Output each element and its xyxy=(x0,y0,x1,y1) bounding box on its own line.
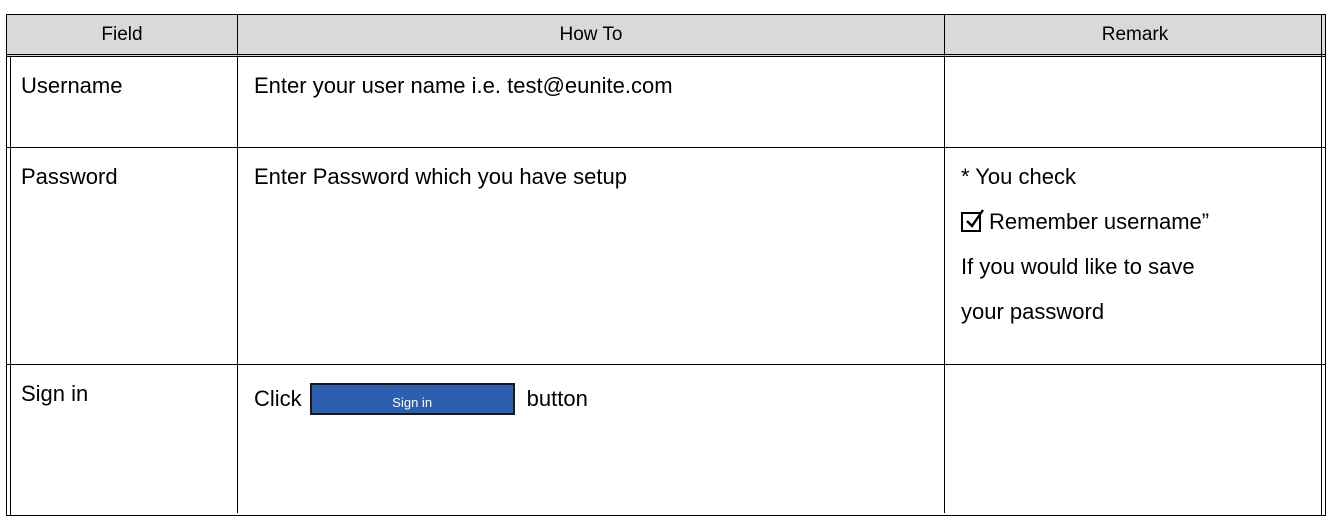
header-field-label: Field xyxy=(101,23,143,45)
row-signin-field: Sign in xyxy=(7,365,238,513)
instructions-table: Field How To Remark Username Enter your … xyxy=(6,14,1326,516)
remark-line-3: If you would like to save xyxy=(961,254,1195,279)
row-password-remark: * You check Remember username” If you wo… xyxy=(945,148,1325,365)
remark-checkbox-line: Remember username” xyxy=(961,207,1325,252)
signin-prefix-text: Click xyxy=(254,386,302,411)
header-field: Field xyxy=(7,15,238,57)
row-username-field: Username xyxy=(7,57,238,148)
header-how-to-label: How To xyxy=(559,23,623,45)
header-remark-label: Remark xyxy=(1101,23,1169,45)
remark-checkbox-label: Remember username” xyxy=(989,209,1210,234)
row-signin-remark xyxy=(945,365,1325,513)
remark-line-1: * You check xyxy=(961,164,1076,189)
row-password-how-to: Enter Password which you have setup xyxy=(238,148,945,365)
sign-in-button[interactable]: Sign in xyxy=(309,383,515,415)
row-password-field-text: Password xyxy=(21,164,118,189)
row-username-how-to: Enter your user name i.e. test@eunite.co… xyxy=(238,57,945,148)
header-remark: Remark xyxy=(945,15,1325,57)
row-signin-field-text: Sign in xyxy=(21,381,89,406)
signin-suffix-text: button xyxy=(526,386,588,411)
row-signin-how-to: Click Sign in button xyxy=(238,365,945,513)
row-username-field-text: Username xyxy=(21,73,123,98)
remark-line-4: your password xyxy=(961,299,1105,324)
checked-box-icon xyxy=(961,209,984,232)
header-how-to: How To xyxy=(238,15,945,57)
row-password-field: Password xyxy=(7,148,238,365)
row-password-how-to-text: Enter Password which you have setup xyxy=(254,164,627,189)
row-username-remark xyxy=(945,57,1325,148)
row-username-how-to-text: Enter your user name i.e. test@eunite.co… xyxy=(254,73,673,98)
signin-instruction-line: Click Sign in button xyxy=(254,383,944,415)
